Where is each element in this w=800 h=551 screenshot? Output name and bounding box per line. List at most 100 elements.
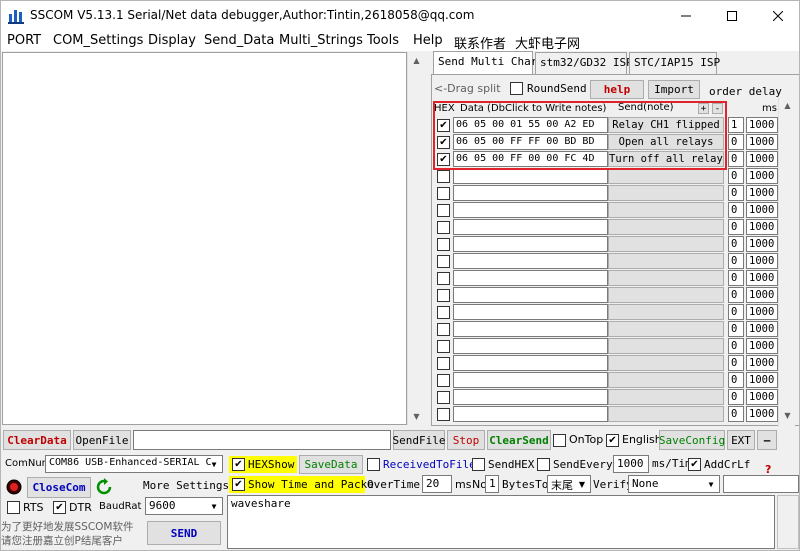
hex-show-checkbox[interactable]: ✔ bbox=[232, 458, 245, 471]
minimize-button[interactable] bbox=[663, 1, 709, 31]
menu-display[interactable]: Display bbox=[148, 33, 196, 48]
row-hex-checkbox[interactable] bbox=[437, 289, 450, 302]
tab-send-multi-char[interactable]: Send Multi Char bbox=[433, 51, 537, 74]
row-delay-input[interactable]: 1000 bbox=[746, 236, 778, 252]
menu-com-settings[interactable]: COM_Settings bbox=[53, 33, 143, 48]
show-time-checkbox[interactable]: ✔ bbox=[232, 478, 245, 491]
row-send-button[interactable] bbox=[608, 236, 724, 252]
row-send-button[interactable] bbox=[608, 185, 724, 201]
menu-send-data[interactable]: Send_Data bbox=[204, 33, 274, 48]
add-crlf-checkbox[interactable]: ✔ bbox=[688, 458, 701, 471]
row-order-input[interactable]: 0 bbox=[728, 321, 744, 337]
row-data-input[interactable] bbox=[453, 202, 608, 218]
row-delay-input[interactable]: 1000 bbox=[746, 406, 778, 422]
rts-checkbox[interactable] bbox=[7, 501, 20, 514]
maximize-button[interactable] bbox=[709, 1, 755, 31]
collapse-button[interactable]: — bbox=[757, 430, 777, 450]
row-data-input[interactable] bbox=[453, 355, 608, 371]
row-delay-input[interactable]: 1000 bbox=[746, 389, 778, 405]
row-data-input[interactable] bbox=[453, 406, 608, 422]
save-config-button[interactable]: SaveConfig bbox=[659, 430, 725, 450]
row-send-button[interactable] bbox=[608, 168, 724, 184]
row-order-input[interactable]: 0 bbox=[728, 151, 744, 167]
menu-multi-strings[interactable]: Multi_Strings bbox=[279, 33, 363, 48]
row-delay-input[interactable]: 1000 bbox=[746, 355, 778, 371]
rows-scroll-up-icon[interactable]: ▲ bbox=[779, 97, 796, 114]
row-data-input[interactable] bbox=[453, 304, 608, 320]
row-send-button[interactable] bbox=[608, 270, 724, 286]
row-hex-checkbox[interactable] bbox=[437, 306, 450, 319]
menu-port[interactable]: PORT bbox=[7, 33, 41, 48]
row-delay-input[interactable]: 1000 bbox=[746, 168, 778, 184]
refresh-icon[interactable] bbox=[95, 478, 113, 496]
rows-scrollbar[interactable]: ▲ ▼ bbox=[778, 97, 795, 427]
row-data-input[interactable] bbox=[453, 321, 608, 337]
row-delay-input[interactable]: 1000 bbox=[746, 117, 778, 133]
drag-split-label[interactable]: <-Drag split bbox=[434, 82, 501, 95]
close-button[interactable] bbox=[755, 1, 799, 31]
row-delay-input[interactable]: 1000 bbox=[746, 219, 778, 235]
menu-contact-author[interactable]: 联系作者 bbox=[454, 33, 506, 52]
english-checkbox[interactable]: ✔ bbox=[606, 434, 619, 447]
row-delay-input[interactable]: 1000 bbox=[746, 253, 778, 269]
row-send-button[interactable] bbox=[608, 355, 724, 371]
row-hex-checkbox[interactable] bbox=[437, 374, 450, 387]
row-delay-input[interactable]: 1000 bbox=[746, 287, 778, 303]
row-order-input[interactable]: 0 bbox=[728, 389, 744, 405]
send-button[interactable]: SEND bbox=[147, 521, 221, 545]
row-data-input[interactable] bbox=[453, 253, 608, 269]
row-delay-input[interactable]: 1000 bbox=[746, 151, 778, 167]
row-delay-input[interactable]: 1000 bbox=[746, 185, 778, 201]
row-hex-checkbox[interactable] bbox=[437, 408, 450, 421]
receive-scrollbar[interactable]: ▲ ▼ bbox=[407, 52, 424, 425]
round-send-checkbox[interactable] bbox=[510, 82, 523, 95]
row-delay-input[interactable]: 1000 bbox=[746, 270, 778, 286]
row-order-input[interactable]: 0 bbox=[728, 134, 744, 150]
scroll-down-icon[interactable]: ▼ bbox=[408, 408, 425, 425]
send-area-scrollbar[interactable] bbox=[777, 495, 799, 549]
row-order-input[interactable]: 0 bbox=[728, 304, 744, 320]
file-path-input[interactable] bbox=[133, 430, 391, 450]
ext-button[interactable]: EXT bbox=[727, 430, 755, 450]
verify-result-field[interactable] bbox=[723, 475, 799, 493]
row-hex-checkbox[interactable] bbox=[437, 340, 450, 353]
row-hex-checkbox[interactable] bbox=[437, 221, 450, 234]
menu-tools[interactable]: Tools bbox=[367, 33, 399, 48]
receive-text-area[interactable] bbox=[2, 52, 407, 425]
row-data-input[interactable] bbox=[453, 389, 608, 405]
send-file-button[interactable]: SendFile bbox=[393, 430, 446, 450]
row-data-input[interactable] bbox=[453, 219, 608, 235]
tab-stc-isp[interactable]: STC/IAP15 ISP bbox=[629, 52, 720, 74]
row-data-input[interactable] bbox=[453, 168, 608, 184]
row-order-input[interactable]: 0 bbox=[728, 287, 744, 303]
baud-rate-select[interactable]: 9600 ▼ bbox=[145, 497, 223, 515]
row-data-input[interactable] bbox=[453, 287, 608, 303]
send-text-area[interactable]: waveshare bbox=[227, 495, 775, 549]
import-button[interactable]: Import bbox=[648, 80, 700, 99]
row-data-input[interactable] bbox=[453, 338, 608, 354]
close-com-button[interactable]: CloseCom bbox=[27, 477, 91, 498]
row-hex-checkbox[interactable] bbox=[437, 238, 450, 251]
com-port-select[interactable]: COM86 USB-Enhanced-SERIAL C ▼ bbox=[45, 455, 223, 473]
scroll-up-icon[interactable]: ▲ bbox=[408, 52, 425, 69]
row-send-button[interactable] bbox=[608, 389, 724, 405]
row-send-button[interactable] bbox=[608, 372, 724, 388]
row-send-button[interactable] bbox=[608, 338, 724, 354]
row-order-input[interactable]: 0 bbox=[728, 355, 744, 371]
menu-daxia-website[interactable]: 大虾电子网 bbox=[515, 33, 580, 52]
row-data-input[interactable] bbox=[453, 270, 608, 286]
row-data-input[interactable] bbox=[453, 236, 608, 252]
row-order-input[interactable]: 0 bbox=[728, 185, 744, 201]
row-hex-checkbox[interactable] bbox=[437, 255, 450, 268]
more-settings-label[interactable]: More Settings bbox=[143, 479, 229, 492]
row-send-button[interactable] bbox=[608, 287, 724, 303]
save-data-button[interactable]: SaveData bbox=[299, 455, 363, 474]
row-order-input[interactable]: 0 bbox=[728, 406, 744, 422]
send-every-checkbox[interactable] bbox=[537, 458, 550, 471]
row-delay-input[interactable]: 1000 bbox=[746, 321, 778, 337]
clear-send-button[interactable]: ClearSend bbox=[487, 430, 551, 450]
row-hex-checkbox[interactable] bbox=[437, 170, 450, 183]
row-delay-input[interactable]: 1000 bbox=[746, 134, 778, 150]
received-to-file-checkbox[interactable] bbox=[367, 458, 380, 471]
row-order-input[interactable]: 1 bbox=[728, 117, 744, 133]
